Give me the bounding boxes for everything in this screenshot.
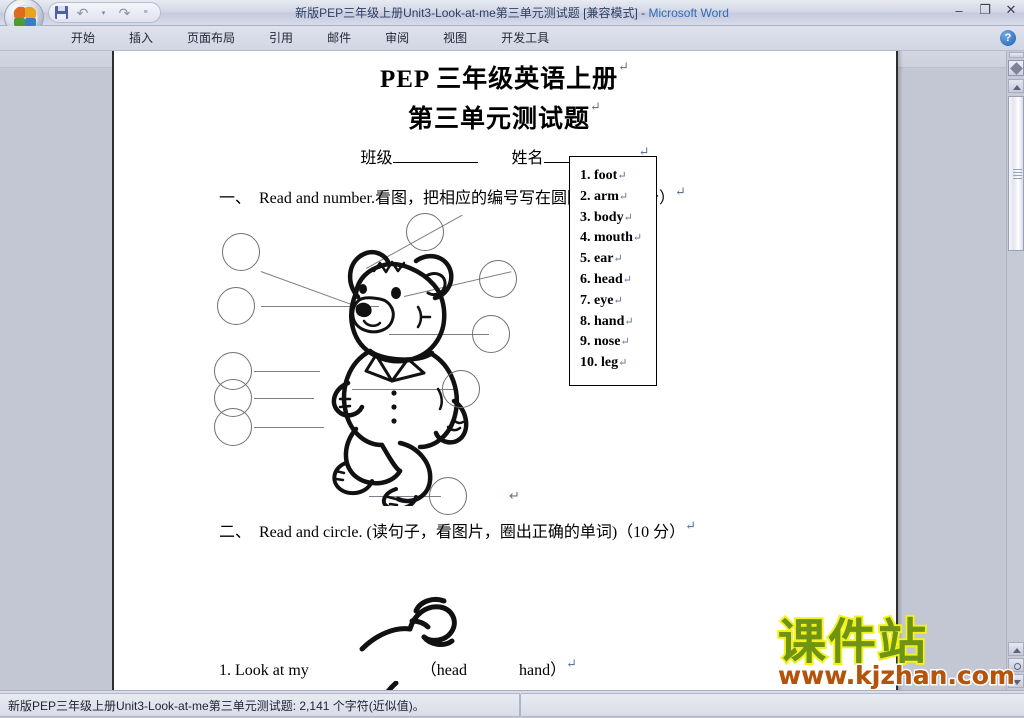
title-separator: - bbox=[641, 6, 646, 20]
answer-1-number: 1. bbox=[219, 662, 231, 679]
pilcrow-icon: ↵ bbox=[620, 336, 630, 349]
document-title-text: 新版PEP三年级上册Unit3-Look-at-me第三单元测试题 [兼容模式] bbox=[295, 6, 638, 20]
redo-icon[interactable]: ↷ bbox=[115, 4, 134, 21]
word-list-item: 4. mouth↵ bbox=[580, 230, 643, 246]
heading-line1-text: PEP 三年级英语上册 bbox=[380, 66, 619, 93]
hand-sketch-drawing bbox=[359, 596, 457, 652]
student-name-label: 姓名 bbox=[511, 150, 544, 167]
answer-line-1: 1. Look at my （head hand）↵ bbox=[219, 656, 577, 680]
ribbon-tabs: 开始 插入 页面布局 引用 邮件 审阅 视图 开发工具 bbox=[54, 26, 566, 51]
pilcrow-icon: ↵ bbox=[685, 518, 697, 533]
previous-page-icon[interactable] bbox=[1008, 642, 1024, 656]
pilcrow-icon: ↵ bbox=[674, 184, 686, 199]
word-list-item: 6. head↵ bbox=[580, 271, 633, 287]
pilcrow-icon: ↵ bbox=[623, 211, 633, 224]
teddy-bear-drawing bbox=[331, 249, 469, 506]
foot-sketch-drawing bbox=[386, 681, 399, 690]
word-list-item: 9. nose↵ bbox=[580, 334, 630, 350]
word-list-item: 10. leg↵ bbox=[580, 355, 628, 371]
answer-circle[interactable] bbox=[442, 370, 480, 408]
pilcrow-icon: ↵ bbox=[590, 99, 602, 114]
window-controls: – ❐ ✕ bbox=[950, 2, 1020, 18]
answer-circle[interactable] bbox=[472, 315, 510, 353]
word-list-item: 3. body↵ bbox=[580, 209, 633, 225]
pilcrow-icon: ↵ bbox=[624, 315, 634, 328]
document-page[interactable]: PEP 三年级英语上册↵ 第三单元测试题↵ 班级 姓名 ↵ 一、 Read and … bbox=[112, 51, 898, 690]
pilcrow-icon: ↵ bbox=[632, 232, 643, 245]
question-2-prompt: 二、 Read and circle. (读句子，看图片，圈出正确的单词)（10… bbox=[219, 518, 696, 542]
minimize-button[interactable]: – bbox=[950, 2, 968, 18]
undo-dropdown-icon[interactable]: ▾ bbox=[94, 4, 113, 21]
tab-home[interactable]: 开始 bbox=[54, 26, 112, 51]
undo-icon[interactable]: ↶ bbox=[73, 4, 92, 21]
next-page-icon[interactable] bbox=[1008, 674, 1024, 688]
restore-button[interactable]: ❐ bbox=[976, 2, 994, 18]
tab-view[interactable]: 视图 bbox=[426, 26, 484, 51]
word-list-item: 2. arm↵ bbox=[580, 188, 629, 204]
word-list-item: 1. foot↵ bbox=[580, 168, 627, 183]
answer-1-stem: Look at my bbox=[235, 662, 309, 679]
status-bar: 新版PEP三年级上册Unit3-Look-at-me第三单元测试题: 2,141… bbox=[0, 690, 1024, 718]
word-list-item: 5. ear↵ bbox=[580, 251, 623, 267]
document-heading-line2: 第三单元测试题↵ bbox=[114, 99, 896, 135]
answer-circle[interactable] bbox=[429, 477, 467, 515]
answer-1-choice-b[interactable]: hand） bbox=[519, 662, 566, 679]
page-shadow bbox=[898, 51, 903, 690]
close-button[interactable]: ✕ bbox=[1002, 2, 1020, 18]
select-browse-object-icon[interactable] bbox=[1008, 60, 1024, 76]
tab-review[interactable]: 审阅 bbox=[368, 26, 426, 51]
document-heading-line1: PEP 三年级英语上册↵ bbox=[114, 59, 896, 95]
pilcrow-icon: ↵ bbox=[509, 488, 520, 503]
status-message-field: 新版PEP三年级上册Unit3-Look-at-me第三单元测试题: 2,141… bbox=[0, 693, 520, 717]
status-bar-right-region bbox=[521, 693, 1024, 717]
save-icon[interactable] bbox=[52, 4, 71, 21]
answer-circle[interactable] bbox=[222, 233, 260, 271]
customize-quick-access-icon[interactable]: ≡ bbox=[136, 4, 155, 21]
scrollbar-thumb[interactable] bbox=[1008, 96, 1024, 251]
help-icon[interactable]: ? bbox=[1000, 30, 1016, 46]
class-blank-line bbox=[392, 147, 478, 163]
tab-developer[interactable]: 开发工具 bbox=[484, 26, 566, 51]
pilcrow-icon: ↵ bbox=[613, 294, 623, 307]
tab-page-layout[interactable]: 页面布局 bbox=[170, 26, 252, 51]
word-list-item: 7. eye↵ bbox=[580, 292, 623, 308]
document-work-area: PEP 三年级英语上册↵ 第三单元测试题↵ 班级 姓名 ↵ 一、 Read and … bbox=[0, 51, 1024, 690]
tab-mailings[interactable]: 邮件 bbox=[310, 26, 368, 51]
heading-line2-text: 第三单元测试题 bbox=[408, 106, 591, 133]
answer-circle[interactable] bbox=[217, 287, 255, 325]
answer-1-choice-a[interactable]: （head bbox=[421, 662, 467, 679]
student-info-row: 班级 姓名 ↵ bbox=[114, 144, 896, 168]
status-message: 新版PEP三年级上册Unit3-Look-at-me第三单元测试题: 2,141… bbox=[8, 699, 425, 713]
pilcrow-icon: ↵ bbox=[613, 253, 623, 266]
vertical-scrollbar[interactable] bbox=[1006, 51, 1024, 690]
answer-circle[interactable] bbox=[214, 408, 252, 446]
title-bar: 新版PEP三年级上册Unit3-Look-at-me第三单元测试题 [兼容模式]… bbox=[0, 0, 1024, 36]
question-2-text: 二、 Read and circle. (读句子，看图片，圈出正确的单词)（10… bbox=[219, 524, 686, 541]
split-window-handle[interactable] bbox=[1009, 52, 1024, 58]
pilcrow-icon: ↵ bbox=[566, 656, 577, 671]
select-browse-object-small-icon[interactable] bbox=[1008, 658, 1024, 672]
class-label: 班级 bbox=[360, 150, 393, 167]
pilcrow-icon: ↵ bbox=[622, 273, 633, 286]
bear-labeling-figure bbox=[214, 211, 774, 515]
ribbon-tab-bar: 开始 插入 页面布局 引用 邮件 审阅 视图 开发工具 ? bbox=[0, 26, 1024, 51]
answer-circle[interactable] bbox=[406, 213, 444, 251]
pilcrow-icon: ↵ bbox=[618, 190, 629, 203]
application-name: Microsoft Word bbox=[648, 6, 729, 20]
document-content: PEP 三年级英语上册↵ 第三单元测试题↵ 班级 姓名 ↵ 一、 Read and … bbox=[114, 51, 896, 690]
answer-circle[interactable] bbox=[479, 260, 517, 298]
pilcrow-icon: ↵ bbox=[618, 59, 630, 74]
pilcrow-icon: ↵ bbox=[617, 170, 627, 182]
quick-access-toolbar: ↶ ▾ ↷ ≡ bbox=[48, 2, 161, 23]
word-application-window: 新版PEP三年级上册Unit3-Look-at-me第三单元测试题 [兼容模式]… bbox=[0, 0, 1024, 718]
scrollbar-grip-icon bbox=[1013, 169, 1022, 179]
pilcrow-icon: ↵ bbox=[618, 357, 628, 370]
word-list-box: 1. foot↵ 2. arm↵ 3. body↵ 4. mouth↵ 5. e… bbox=[569, 156, 657, 386]
scroll-bottom-buttons bbox=[1008, 640, 1024, 688]
word-list-item: 8. hand↵ bbox=[580, 313, 634, 329]
tab-insert[interactable]: 插入 bbox=[112, 26, 170, 51]
scroll-up-arrow-icon[interactable] bbox=[1008, 79, 1024, 93]
tab-references[interactable]: 引用 bbox=[252, 26, 310, 51]
